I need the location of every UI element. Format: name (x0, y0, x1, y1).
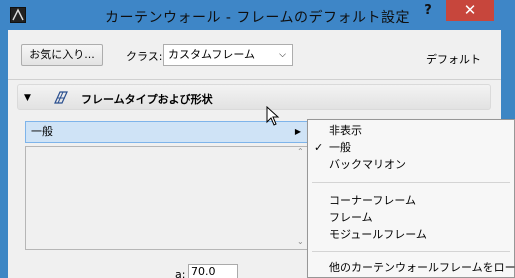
a-input[interactable]: 70.0 (188, 264, 238, 278)
chevron-down-icon: ⌵ (279, 50, 286, 60)
a-label: a: (175, 268, 186, 278)
frame-type-icon (52, 89, 70, 105)
menu-item-back-mullion[interactable]: バックマリオン (308, 156, 514, 173)
class-label: クラス: (126, 50, 163, 63)
menu-item-general[interactable]: ✓ 一般 (308, 139, 514, 156)
collapse-triangle-icon[interactable]: ▼ (24, 93, 31, 103)
checkmark-icon: ✓ (314, 141, 324, 154)
frame-type-value: 一般 (31, 125, 53, 138)
close-button[interactable]: ✕ (446, 0, 494, 21)
frame-preview-panel (25, 146, 308, 250)
menu-item-module-frame[interactable]: モジュールフレーム (308, 226, 514, 243)
favorites-button[interactable]: お気に入り... (21, 44, 103, 66)
menu-item-label: フレーム (329, 211, 373, 224)
help-button[interactable]: ? (414, 0, 442, 22)
menu-item-label: 他のカーテンウォールフレームをロード... (329, 261, 515, 274)
section-title: フレームタイプおよび形状 (81, 93, 213, 106)
divider (8, 79, 501, 80)
menu-separator (312, 182, 510, 183)
scroll-down-icon[interactable]: ⌄ (297, 237, 304, 246)
menu-item-frame[interactable]: フレーム (308, 209, 514, 226)
dialog-window: カーテンウォール - フレームのデフォルト設定 ? ✕ お気に入り... クラス… (0, 0, 515, 278)
scroll-up-icon[interactable]: ⌃ (297, 147, 304, 156)
menu-item-label: モジュールフレーム (329, 228, 427, 241)
class-select[interactable]: カスタムフレーム ⌵ (163, 44, 293, 66)
menu-item-hidden[interactable]: 非表示 (308, 122, 514, 139)
menu-item-label: 一般 (329, 141, 351, 154)
menu-separator (312, 251, 510, 252)
menu-item-label: 非表示 (329, 124, 362, 137)
menu-item-corner-frame[interactable]: コーナーフレーム (308, 192, 514, 209)
frame-type-menu: 非表示 ✓ 一般 バックマリオン コーナーフレーム フレーム モジュールフレーム… (307, 119, 515, 278)
default-label: デフォルト (426, 53, 481, 66)
menu-item-load-other[interactable]: 他のカーテンウォールフレームをロード... (308, 259, 515, 276)
menu-item-label: バックマリオン (329, 158, 406, 171)
menu-item-label: コーナーフレーム (329, 194, 417, 207)
mouse-cursor-icon (266, 106, 280, 126)
submenu-arrow-icon: ▶ (294, 127, 301, 136)
class-select-value: カスタムフレーム (168, 48, 256, 61)
title-bar[interactable]: カーテンウォール - フレームのデフォルト設定 ? ✕ (0, 0, 515, 30)
